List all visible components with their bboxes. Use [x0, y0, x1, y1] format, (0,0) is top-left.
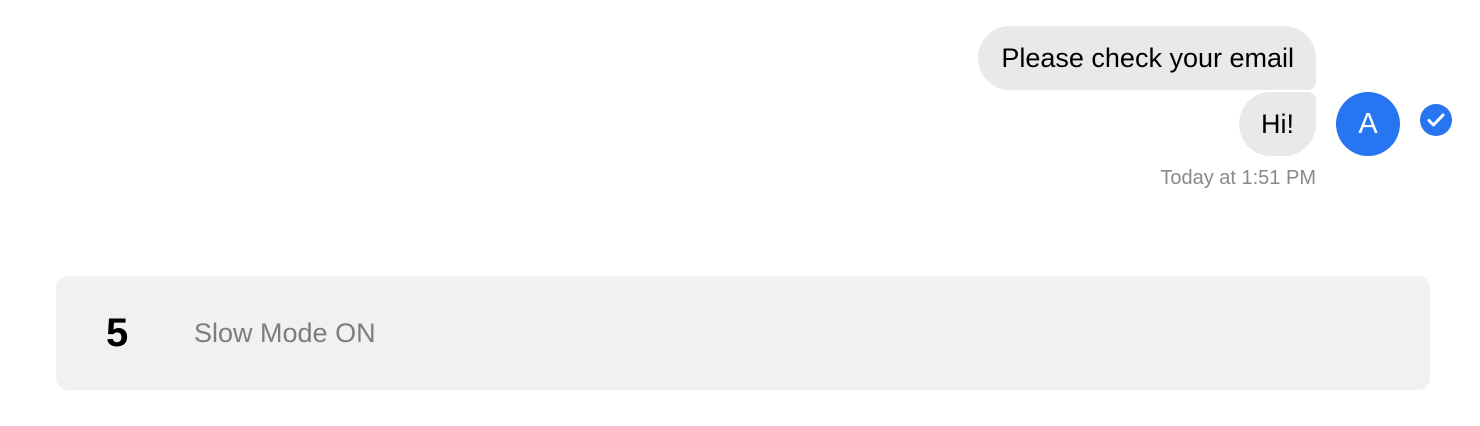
- read-receipt-icon: [1420, 104, 1452, 136]
- message-timestamp: Today at 1:51 PM: [1160, 167, 1316, 189]
- slow-mode-countdown: 5: [106, 311, 129, 355]
- avatar-initial: A: [1358, 107, 1378, 140]
- slow-mode-label: Slow Mode ON: [194, 318, 376, 348]
- chat-view: Please check your email Hi! A Today at 1…: [0, 0, 1480, 426]
- avatar[interactable]: A: [1336, 92, 1400, 156]
- message-bubble[interactable]: Hi!: [1239, 92, 1316, 156]
- slow-mode-bar: 5 Slow Mode ON: [56, 276, 1430, 390]
- checkmark-icon: [1427, 113, 1445, 127]
- message-text: Please check your email: [1001, 43, 1294, 73]
- message-bubble[interactable]: Please check your email: [978, 26, 1316, 90]
- message-text: Hi!: [1261, 109, 1294, 139]
